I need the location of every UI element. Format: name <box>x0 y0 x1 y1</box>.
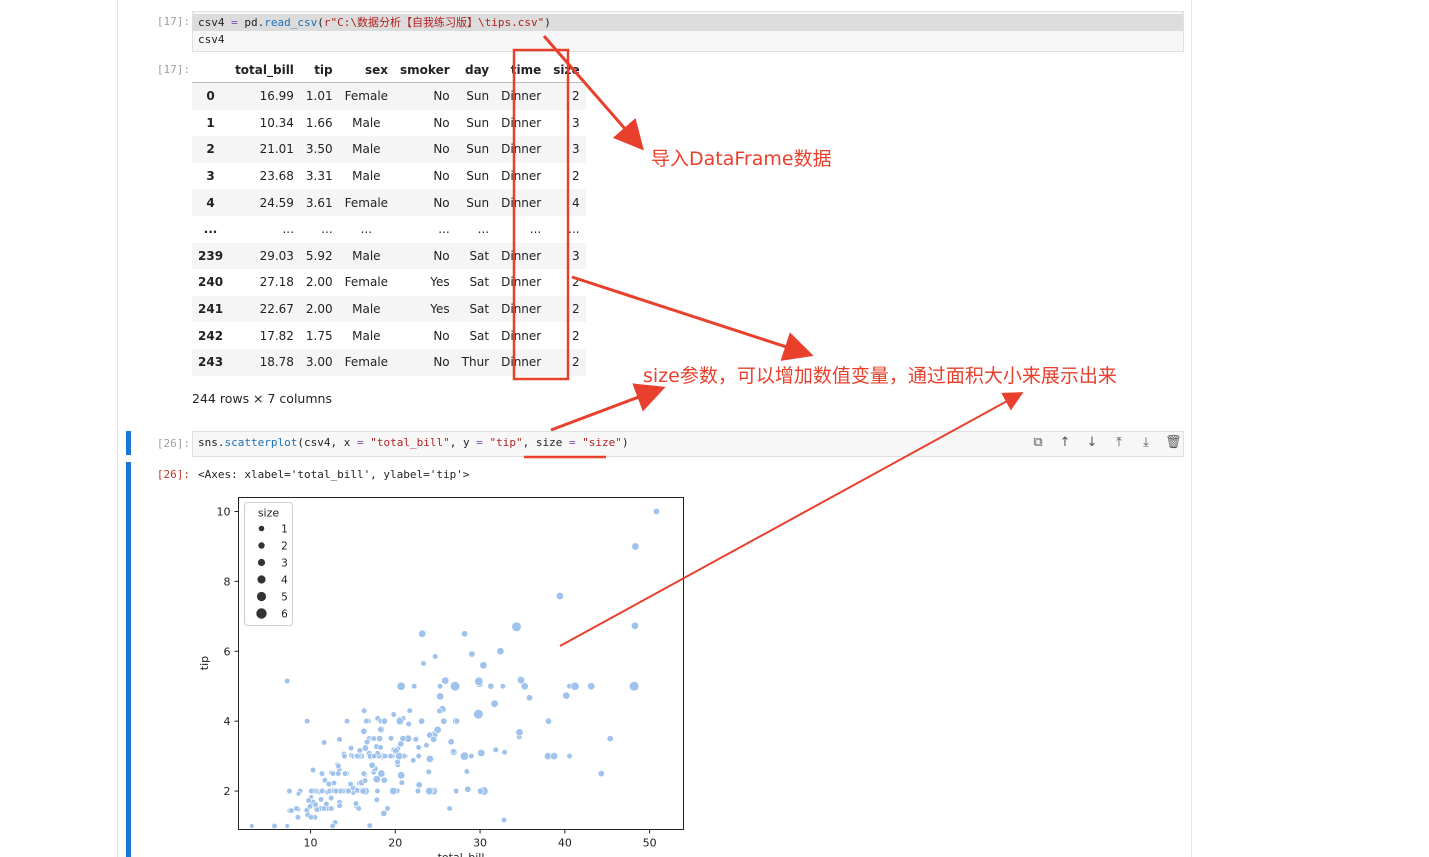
size-param-arrow <box>550 383 666 432</box>
size-annotation-text: size参数，可以增加数值变量，通过面积大小来展示出来 <box>643 365 1117 387</box>
import-arrow <box>542 35 644 151</box>
size-column-arrow <box>571 275 814 361</box>
size-column-highlight-box <box>512 48 570 381</box>
chart-arrow <box>559 392 1024 647</box>
import-annotation-text: 导入DataFrame数据 <box>651 148 832 170</box>
annotation-overlay <box>512 35 1024 647</box>
